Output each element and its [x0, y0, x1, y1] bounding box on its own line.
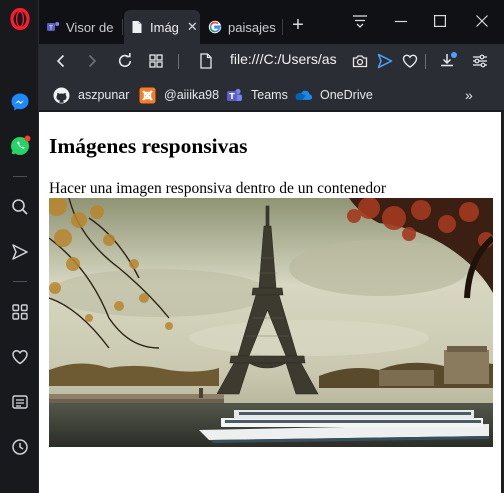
bookmark-label: OneDrive: [320, 88, 373, 102]
tab-paisajes[interactable]: paisajes: [202, 10, 282, 44]
toolbar-divider: [178, 54, 179, 69]
document-icon: [132, 21, 142, 33]
tab-menu-icon[interactable]: [345, 8, 375, 34]
tab-label: Imág: [150, 19, 179, 35]
file-page-icon[interactable]: [194, 49, 218, 73]
page-viewport: Imágenes responsivas Hacer una imagen re…: [39, 112, 501, 493]
history-clock-icon[interactable]: [8, 435, 32, 459]
reload-icon[interactable]: [113, 49, 137, 73]
downloads-icon[interactable]: [436, 49, 460, 73]
svg-text:T: T: [48, 24, 53, 32]
heart-icon[interactable]: [8, 345, 32, 369]
address-field[interactable]: file:///C:/Users/as: [230, 51, 337, 67]
page-heading: Imágenes responsivas: [49, 134, 248, 158]
github-icon: [53, 87, 70, 104]
tab-label: Visor de: [66, 19, 114, 35]
search-icon[interactable]: [8, 195, 32, 219]
close-window-icon[interactable]: [467, 8, 497, 34]
sidebar-divider: [13, 176, 27, 177]
google-icon: [208, 20, 222, 34]
sidebar-divider: [13, 281, 27, 282]
bookmark-label: aszpunar: [78, 88, 130, 102]
send-icon[interactable]: [8, 240, 32, 264]
maximize-icon[interactable]: [425, 8, 455, 34]
camera-snapshot-icon[interactable]: [348, 49, 372, 73]
minimize-icon[interactable]: [386, 8, 416, 34]
bookmark-teams[interactable]: T Teams: [226, 85, 288, 105]
easy-setup-icon[interactable]: [468, 49, 492, 73]
bookmarks-bar: aszpunar @aiiika98 T Teams OneDrive »: [39, 78, 504, 111]
teams-icon: T: [47, 22, 60, 32]
whatsapp-icon[interactable]: [8, 134, 32, 158]
send-flow-icon[interactable]: [373, 49, 397, 73]
bookmark-label: Teams: [251, 88, 288, 102]
more-bookmarks-chevron-icon[interactable]: »: [465, 85, 473, 105]
speed-dial-button-icon[interactable]: [144, 49, 168, 73]
teams-icon: T: [226, 87, 243, 104]
eiffel-tower-photo: [49, 198, 493, 447]
tab-visor[interactable]: T Visor de: [40, 10, 118, 44]
bookmark-aszpunar[interactable]: aszpunar: [53, 85, 129, 105]
page-paragraph: Hacer una imagen responsiva dentro de un…: [49, 180, 386, 197]
new-tab-button[interactable]: +: [286, 14, 310, 38]
tab-imagenes[interactable]: Imág ✕: [124, 10, 200, 44]
tab-divider: [122, 19, 123, 35]
bookmark-aiiika98[interactable]: @aiiika98: [139, 85, 219, 105]
bookmark-heart-icon[interactable]: [398, 49, 422, 73]
bookmark-label: @aiiika98: [164, 88, 220, 102]
tab-label: paisajes: [228, 19, 276, 35]
tab-divider: [282, 19, 283, 35]
messenger-icon[interactable]: [8, 90, 32, 114]
address-toolbar: file:///C:/Users/as: [39, 44, 504, 78]
tab-close-icon[interactable]: ✕: [187, 19, 198, 35]
bookmark-onedrive[interactable]: OneDrive: [295, 85, 373, 105]
speed-dial-icon[interactable]: [8, 300, 32, 324]
tab-strip: T Visor de Imág ✕ paisajes +: [39, 0, 504, 44]
back-icon[interactable]: [49, 49, 73, 73]
svg-text:T: T: [229, 91, 235, 100]
opera-logo-icon[interactable]: [8, 7, 32, 31]
xampp-icon: [139, 87, 156, 104]
opera-sidebar: [0, 0, 39, 493]
onedrive-icon: [295, 87, 312, 104]
toolbar-divider: [425, 54, 426, 69]
forward-icon[interactable]: [80, 49, 104, 73]
news-icon[interactable]: [8, 390, 32, 414]
